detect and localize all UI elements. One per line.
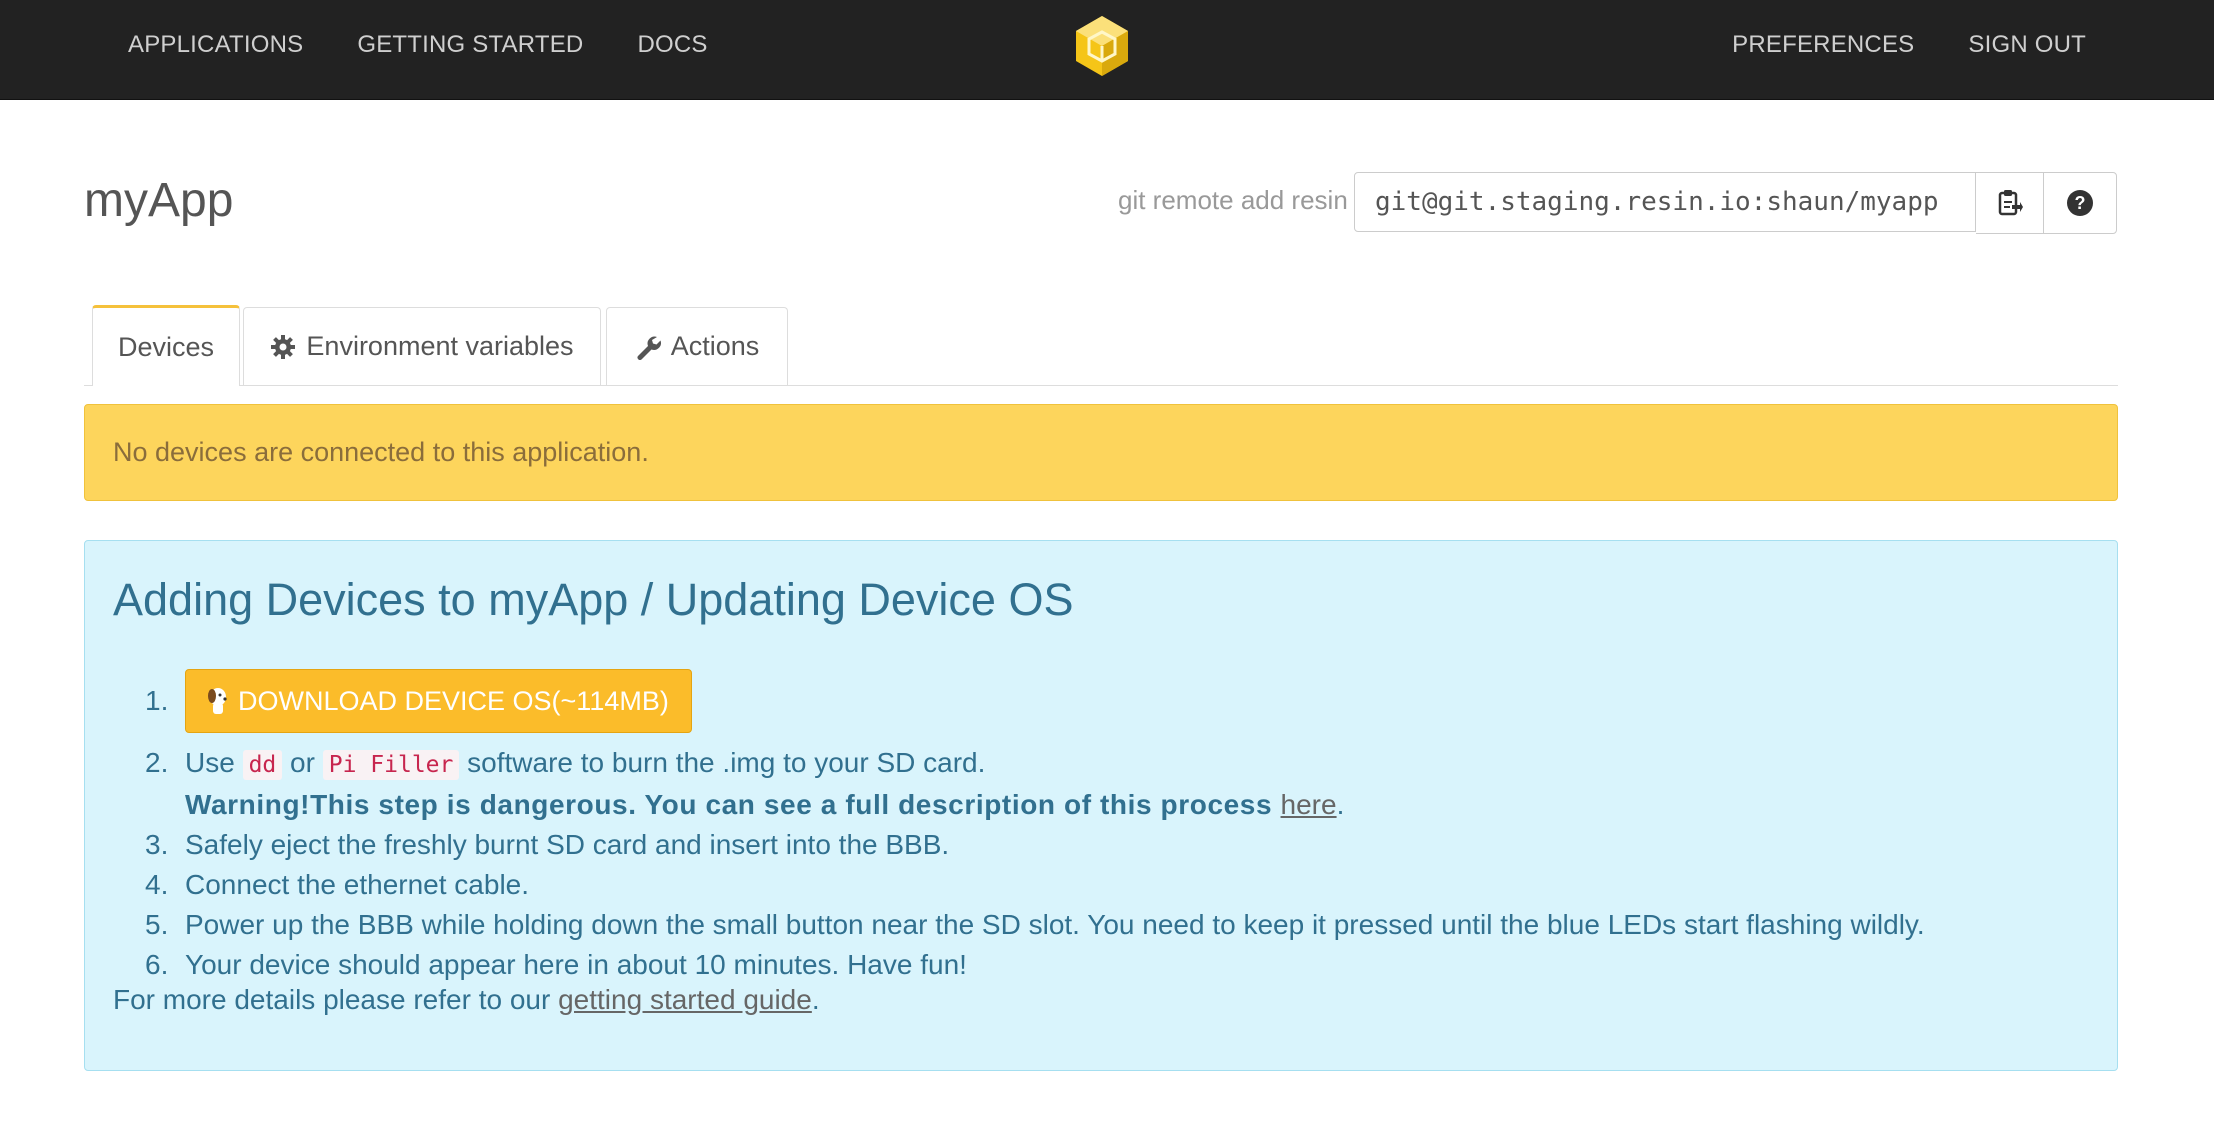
step-number: 1. xyxy=(145,685,169,716)
step6-text: Your device should appear here in about … xyxy=(185,949,967,980)
step5-text: Power up the BBB while holding down the … xyxy=(185,909,1925,940)
cube-logo-icon[interactable] xyxy=(1073,14,1131,78)
git-remote-label: git remote add resin xyxy=(1118,185,1348,215)
list-item: 5. Power up the BBB while holding down t… xyxy=(113,905,2103,945)
nav-left: APPLICATIONS GETTING STARTED DOCS xyxy=(101,0,735,90)
steps-list: 1. Download Device OS(~114MB) 2. Use dd … xyxy=(113,669,2103,985)
step-number: 2. xyxy=(145,747,169,778)
warning-text: Warning!This step is dangerous. You can … xyxy=(185,789,1281,820)
tab-devices-label: Devices xyxy=(117,331,215,362)
panel-title: Adding Devices to myApp / Updating Devic… xyxy=(113,574,1074,625)
step-number: 3. xyxy=(145,829,169,860)
svg-text:?: ? xyxy=(2075,193,2086,213)
step4-text: Connect the ethernet cable. xyxy=(185,869,530,900)
warning-end: . xyxy=(1336,789,1345,820)
nav-docs[interactable]: DOCS xyxy=(610,31,734,59)
tab-actions[interactable]: Actions xyxy=(606,307,788,385)
getting-started-guide-link[interactable]: getting started guide xyxy=(558,984,812,1015)
add-devices-panel: Adding Devices to myApp / Updating Devic… xyxy=(84,540,2118,1071)
nav-sign-out[interactable]: SIGN OUT xyxy=(1941,31,2113,59)
list-item: 4. Connect the ethernet cable. xyxy=(113,865,2103,905)
page-title: myApp xyxy=(84,174,234,227)
step2-text-suffix: software to burn the .img to your SD car… xyxy=(459,747,986,778)
warning-here-link[interactable]: here xyxy=(1281,789,1337,820)
no-devices-alert: No devices are connected to this applica… xyxy=(84,404,2118,501)
wrench-icon xyxy=(635,334,661,360)
download-device-os-button[interactable]: Download Device OS(~114MB) xyxy=(185,669,692,733)
question-circle-icon: ? xyxy=(2067,190,2093,216)
list-item: 6. Your device should appear here in abo… xyxy=(113,945,2103,985)
step-number: 4. xyxy=(145,869,169,900)
step-number: 6. xyxy=(145,949,169,980)
nav-preferences[interactable]: PREFERENCES xyxy=(1705,31,1941,59)
git-remote-field[interactable]: git@git.staging.resin.io:shaun/myapp xyxy=(1354,172,1976,232)
tab-environment-variables-label: Environment variables xyxy=(306,331,574,361)
nav-right: PREFERENCES SIGN OUT xyxy=(1705,0,2113,90)
git-remote-group: git@git.staging.resin.io:shaun/myapp ? xyxy=(1354,172,2214,234)
tab-devices[interactable]: Devices xyxy=(92,305,240,386)
tab-bar: Devices Environment variables Actions xyxy=(84,305,2118,386)
copy-remote-button[interactable] xyxy=(1976,172,2044,234)
list-item: 2. Use dd or Pi Filler software to burn … xyxy=(113,743,2103,825)
step2-text: Use xyxy=(185,747,243,778)
footer-note-text: For more details please refer to our xyxy=(113,984,559,1015)
no-devices-alert-text: No devices are connected to this applica… xyxy=(113,437,649,467)
tab-environment-variables[interactable]: Environment variables xyxy=(243,307,601,385)
nav-getting-started[interactable]: GETTING STARTED xyxy=(330,31,610,59)
step-number: 5. xyxy=(145,909,169,940)
footer-note-end: . xyxy=(811,984,820,1015)
step3-text: Safely eject the freshly burnt SD card a… xyxy=(185,829,950,860)
top-navbar: APPLICATIONS GETTING STARTED DOCS PREFER… xyxy=(0,0,2214,100)
help-button[interactable]: ? xyxy=(2043,172,2117,234)
list-item: 1. Download Device OS(~114MB) xyxy=(113,669,2103,743)
beaglebone-dog-icon xyxy=(204,686,230,716)
gear-icon xyxy=(270,334,296,360)
footer-note: For more details please refer to our get… xyxy=(113,984,820,1016)
tab-actions-label: Actions xyxy=(670,331,760,361)
clipboard-icon xyxy=(1998,190,2023,216)
step2-text-or: or xyxy=(282,747,323,778)
download-device-os-label: Download Device OS(~114MB) xyxy=(238,686,669,716)
code-pi-filler: Pi Filler xyxy=(322,750,460,780)
nav-applications[interactable]: APPLICATIONS xyxy=(101,31,330,59)
list-item: 3. Safely eject the freshly burnt SD car… xyxy=(113,825,2103,865)
code-dd: dd xyxy=(242,750,283,780)
